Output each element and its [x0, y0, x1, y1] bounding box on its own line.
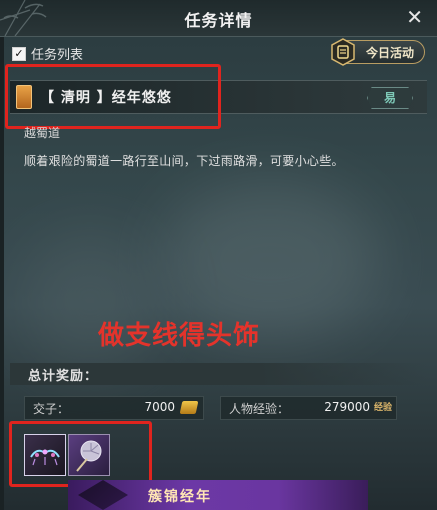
experience-icon: 经验 — [373, 403, 392, 413]
reward-experience: 人物经验： 279000 经验 — [220, 396, 397, 420]
task-list-label: 任务列表 — [31, 48, 84, 63]
task-list-checkbox[interactable]: ✓ — [12, 46, 26, 61]
window-title: 任务详情 — [184, 11, 253, 30]
highlight-box-quest — [5, 64, 221, 129]
window-left-edge — [0, 36, 4, 510]
experience-label: 人物经验： — [229, 402, 290, 416]
highlight-box-rewards — [9, 421, 152, 487]
currency-value: 7000 — [144, 400, 175, 414]
quest-location: 越蜀道 — [24, 126, 61, 140]
annotation-text: 做支线得头饰 — [98, 321, 261, 351]
banner-emblem-icon — [78, 480, 128, 510]
coin-icon — [179, 401, 199, 414]
experience-value: 279000 — [324, 400, 370, 414]
rewards-header: 总计奖励： — [10, 363, 427, 385]
reward-currency: 交子： 7000 — [24, 396, 204, 420]
task-list-toggle[interactable]: ✓ 任务列表 — [12, 44, 83, 63]
today-activity-button[interactable]: 今日活动 — [331, 38, 425, 66]
title-bar: 任务详情 ✕ — [0, 0, 437, 37]
activity-badge-icon — [331, 38, 355, 66]
rewards-title: 总计奖励： — [28, 369, 99, 384]
event-banner[interactable]: 簇锦经年 — [68, 480, 368, 510]
close-icon[interactable]: ✕ — [406, 5, 423, 29]
today-activity-label: 今日活动 — [365, 45, 414, 60]
banner-title: 簇锦经年 — [148, 489, 212, 505]
difficulty-badge: 易 — [367, 87, 413, 109]
currency-label: 交子： — [33, 402, 70, 416]
quest-description: 顺着艰险的蜀道一路行至山间，下过雨路滑，可要小心些。 — [24, 154, 344, 168]
